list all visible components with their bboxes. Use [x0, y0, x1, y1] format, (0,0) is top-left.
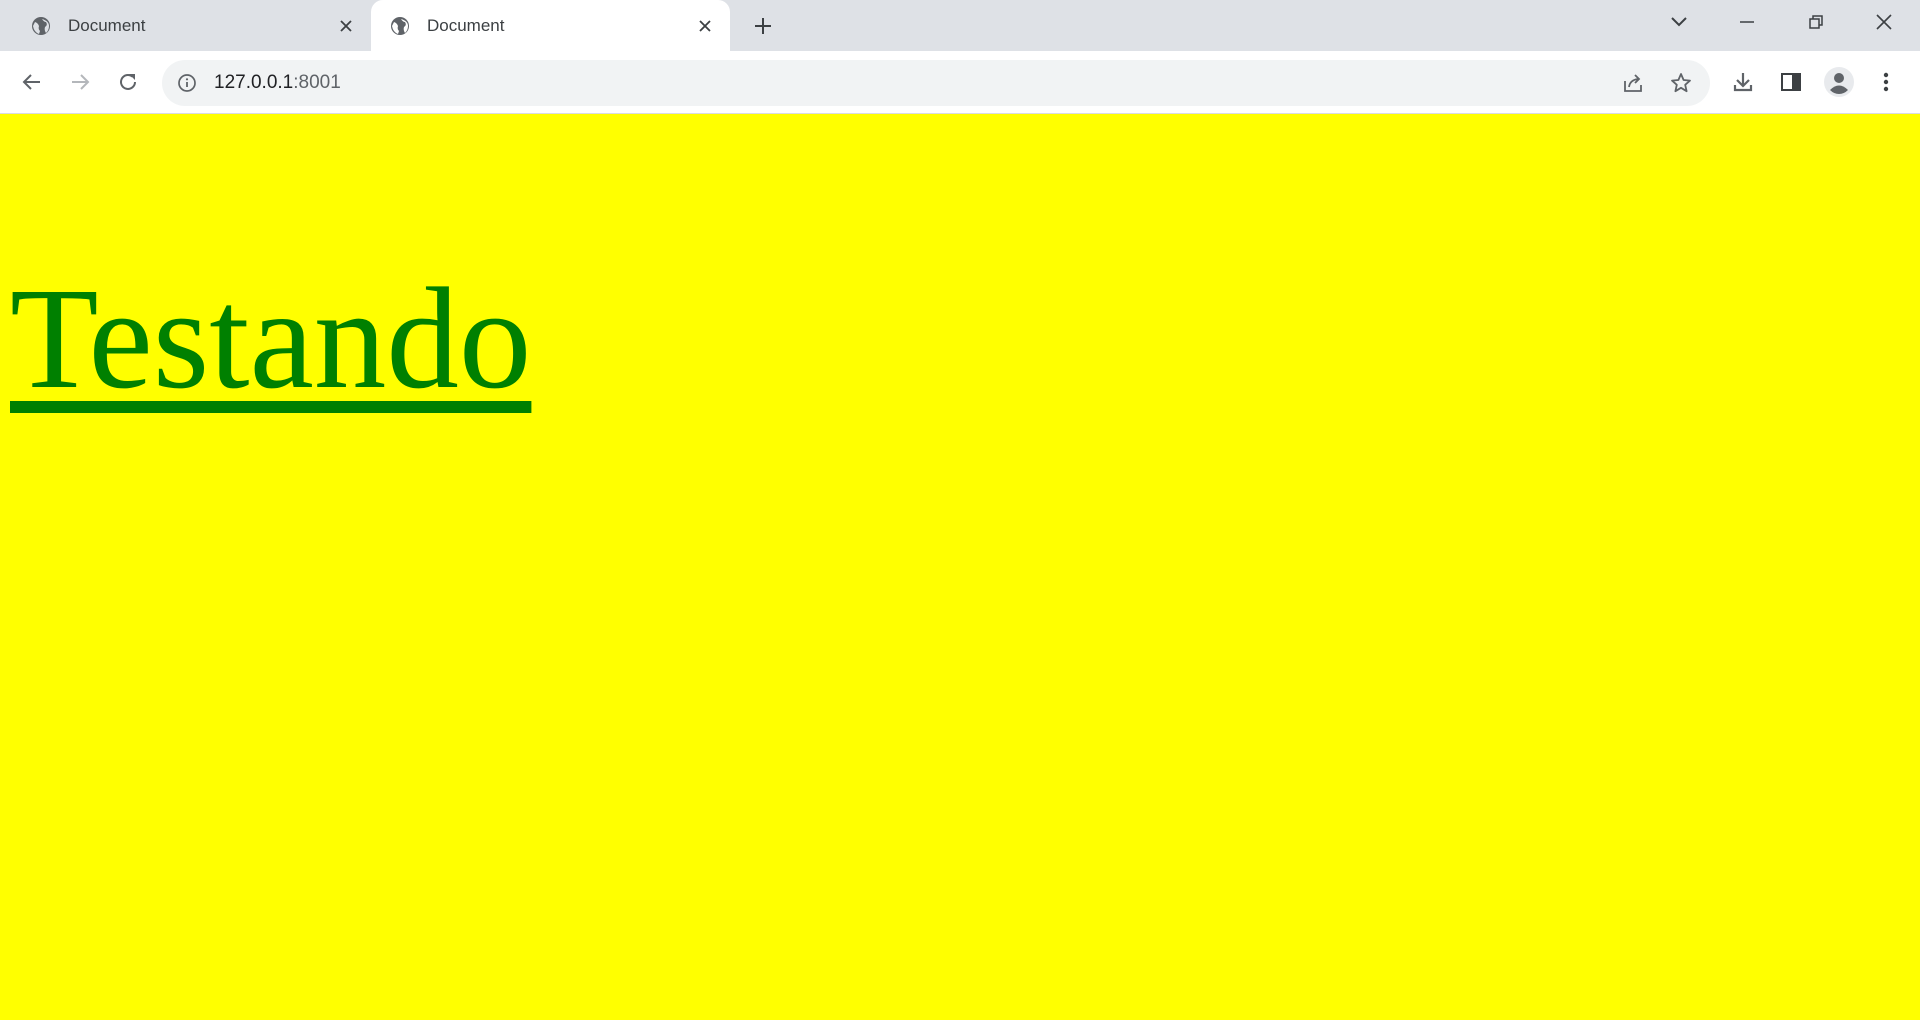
forward-button[interactable]	[62, 64, 98, 100]
side-panel-button[interactable]	[1773, 64, 1809, 100]
side-panel-icon	[1781, 73, 1801, 91]
close-icon	[1876, 14, 1892, 30]
tab-document-2[interactable]: Document	[371, 0, 730, 51]
reload-icon	[120, 73, 136, 90]
heading-link[interactable]: Testando	[10, 259, 531, 419]
profile-icon	[1824, 67, 1854, 97]
close-window-button[interactable]	[1850, 0, 1918, 44]
restore-icon	[1809, 15, 1823, 29]
kebab-menu-icon	[1883, 72, 1889, 92]
plus-icon	[755, 18, 771, 34]
minimize-button[interactable]	[1713, 0, 1781, 44]
url-port: :8001	[293, 72, 341, 93]
info-icon[interactable]	[176, 72, 198, 94]
close-icon[interactable]	[335, 15, 357, 37]
forward-arrow-icon	[72, 74, 90, 90]
globe-icon	[389, 15, 411, 37]
menu-button[interactable]	[1868, 64, 1904, 100]
close-icon[interactable]	[694, 15, 716, 37]
tab-title: Document	[68, 15, 146, 35]
reload-button[interactable]	[110, 64, 146, 100]
url-text[interactable]: 127.0.0.1:8001	[214, 72, 341, 94]
globe-icon	[30, 15, 52, 37]
downloads-button[interactable]	[1725, 64, 1761, 100]
tab-title: Document	[427, 15, 505, 35]
new-tab-button[interactable]	[748, 11, 778, 41]
back-arrow-icon	[22, 74, 40, 90]
minimize-icon	[1740, 21, 1754, 23]
browser-window: Document Document 127.0.0.1:8001 Testand…	[0, 0, 1920, 1020]
chevron-down-icon	[1671, 17, 1687, 27]
tab-strip: Document Document	[0, 0, 1920, 51]
tab-search-button[interactable]	[1645, 0, 1713, 44]
browser-toolbar: 127.0.0.1:8001	[0, 51, 1920, 114]
star-icon[interactable]	[1663, 65, 1699, 101]
address-bar[interactable]: 127.0.0.1:8001	[162, 60, 1710, 106]
share-icon[interactable]	[1615, 65, 1651, 101]
url-host: 127.0.0.1	[214, 72, 294, 93]
profile-button[interactable]	[1821, 64, 1857, 100]
restore-button[interactable]	[1782, 0, 1850, 44]
download-icon	[1733, 73, 1753, 92]
page-content: Testando	[0, 114, 1920, 1020]
tab-document-1[interactable]: Document	[12, 0, 371, 51]
back-button[interactable]	[14, 64, 50, 100]
